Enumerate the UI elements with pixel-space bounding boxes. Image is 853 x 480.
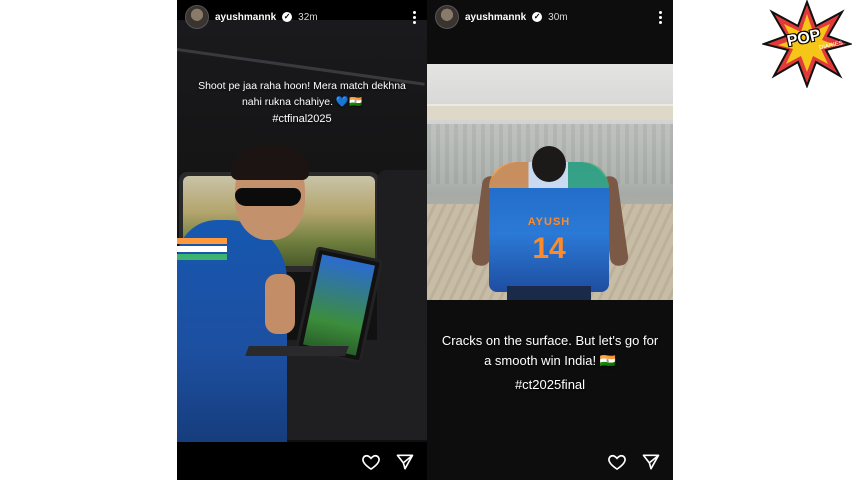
jersey-stripe-green bbox=[177, 254, 227, 260]
story-hashtag[interactable]: #ct2025final bbox=[427, 377, 673, 392]
verified-badge-icon: ✓ bbox=[282, 12, 293, 22]
send-icon[interactable] bbox=[395, 452, 415, 472]
username[interactable]: ayushmannk bbox=[215, 12, 276, 23]
story-right[interactable]: AYUSH 14 ayushmannk ✓ 30m Cracks on the … bbox=[427, 0, 673, 480]
verified-badge-icon: ✓ bbox=[532, 12, 543, 22]
jersey-number: 14 bbox=[532, 232, 566, 265]
story-footer bbox=[177, 444, 427, 480]
heart-icon[interactable] bbox=[607, 452, 627, 472]
jersey-stripe-saffron bbox=[177, 238, 227, 244]
heart-icon[interactable] bbox=[361, 452, 381, 472]
sunglasses bbox=[235, 188, 301, 206]
story-photo-stadium: AYUSH 14 bbox=[427, 64, 673, 300]
peace-sign-hand bbox=[265, 274, 295, 334]
jersey-stripe-white bbox=[177, 246, 227, 252]
player-head bbox=[532, 146, 566, 182]
more-vertical-icon[interactable] bbox=[409, 10, 419, 24]
username[interactable]: ayushmannk bbox=[465, 12, 526, 23]
avatar[interactable] bbox=[435, 5, 459, 29]
avatar[interactable] bbox=[185, 5, 209, 29]
jersey-name: AYUSH bbox=[527, 216, 571, 228]
stadium-roof bbox=[427, 104, 673, 120]
more-vertical-icon[interactable] bbox=[655, 10, 665, 24]
story-left[interactable]: ayushmannk ✓ 32m Shoot pe jaa raha hoon!… bbox=[177, 0, 427, 480]
story-header: ayushmannk ✓ 30m bbox=[427, 0, 673, 34]
player-shorts bbox=[507, 286, 591, 300]
post-time: 32m bbox=[298, 11, 318, 23]
post-time: 30m bbox=[548, 11, 568, 23]
story-header: ayushmannk ✓ 32m bbox=[177, 0, 427, 34]
laptop-base bbox=[245, 346, 349, 356]
story-caption: Shoot pe jaa raha hoon! Mera match dekhn… bbox=[198, 80, 406, 108]
send-icon[interactable] bbox=[641, 452, 661, 472]
tablet-screen bbox=[303, 254, 375, 356]
person-hair bbox=[231, 146, 309, 180]
story-footer bbox=[427, 444, 673, 480]
story-hashtag[interactable]: #ctfinal2025 bbox=[177, 113, 427, 125]
story-caption: Cracks on the surface. But let's go for … bbox=[441, 333, 659, 368]
